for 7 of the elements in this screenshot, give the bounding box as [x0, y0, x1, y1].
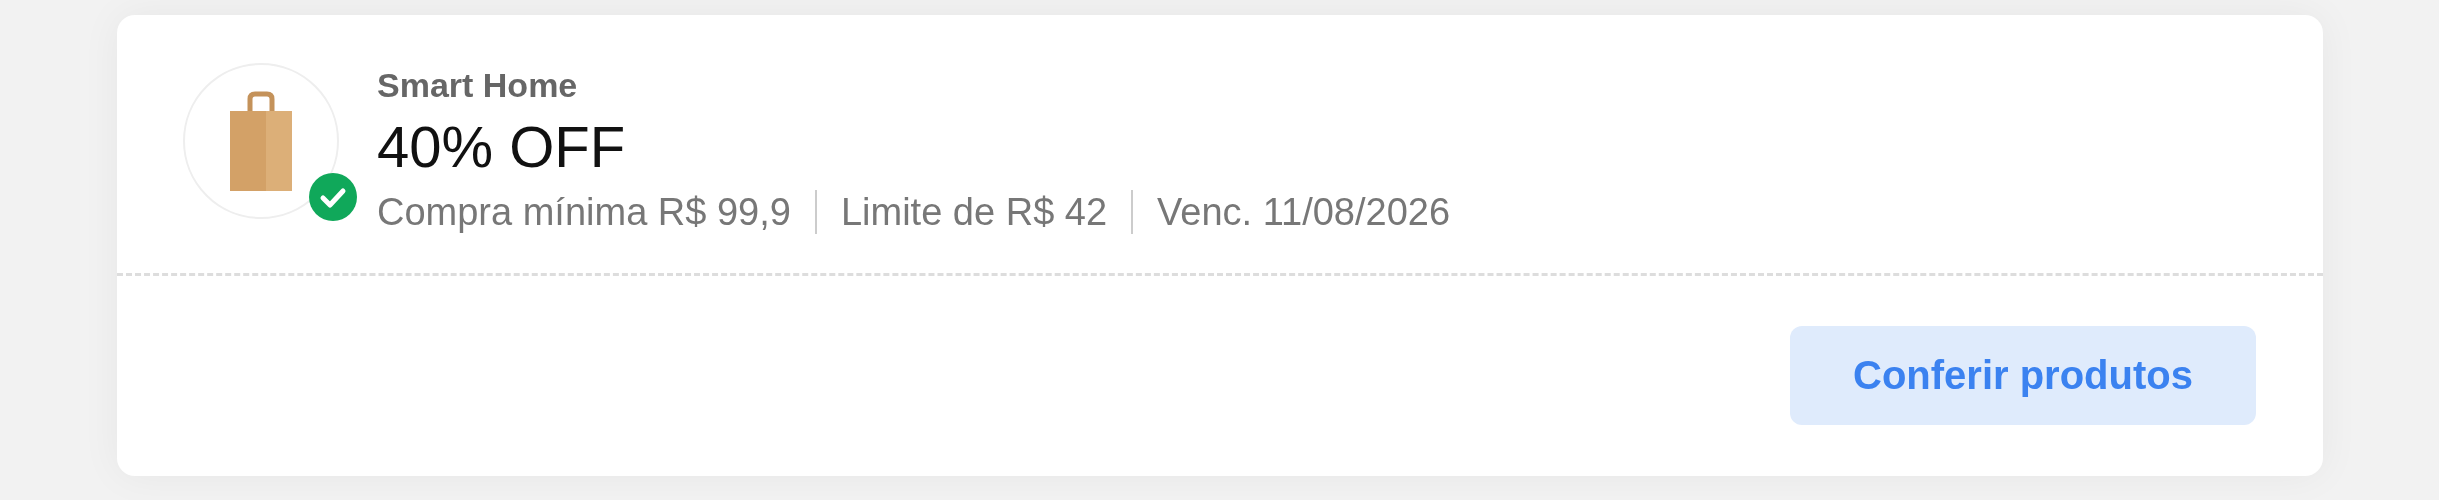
coupon-condition: Venc. 11/08/2026 — [1157, 190, 1451, 235]
discount-title: 40% OFF — [377, 113, 627, 181]
coupon-condition: Limite de R$ 42 — [840, 190, 1108, 235]
view-products-button[interactable]: Conferir produtos — [1790, 326, 2256, 425]
coupon-category: Smart Home — [377, 65, 579, 106]
check-badge-icon — [309, 173, 357, 221]
coupon-condition: Compra mínima R$ 99,9 — [377, 190, 791, 235]
